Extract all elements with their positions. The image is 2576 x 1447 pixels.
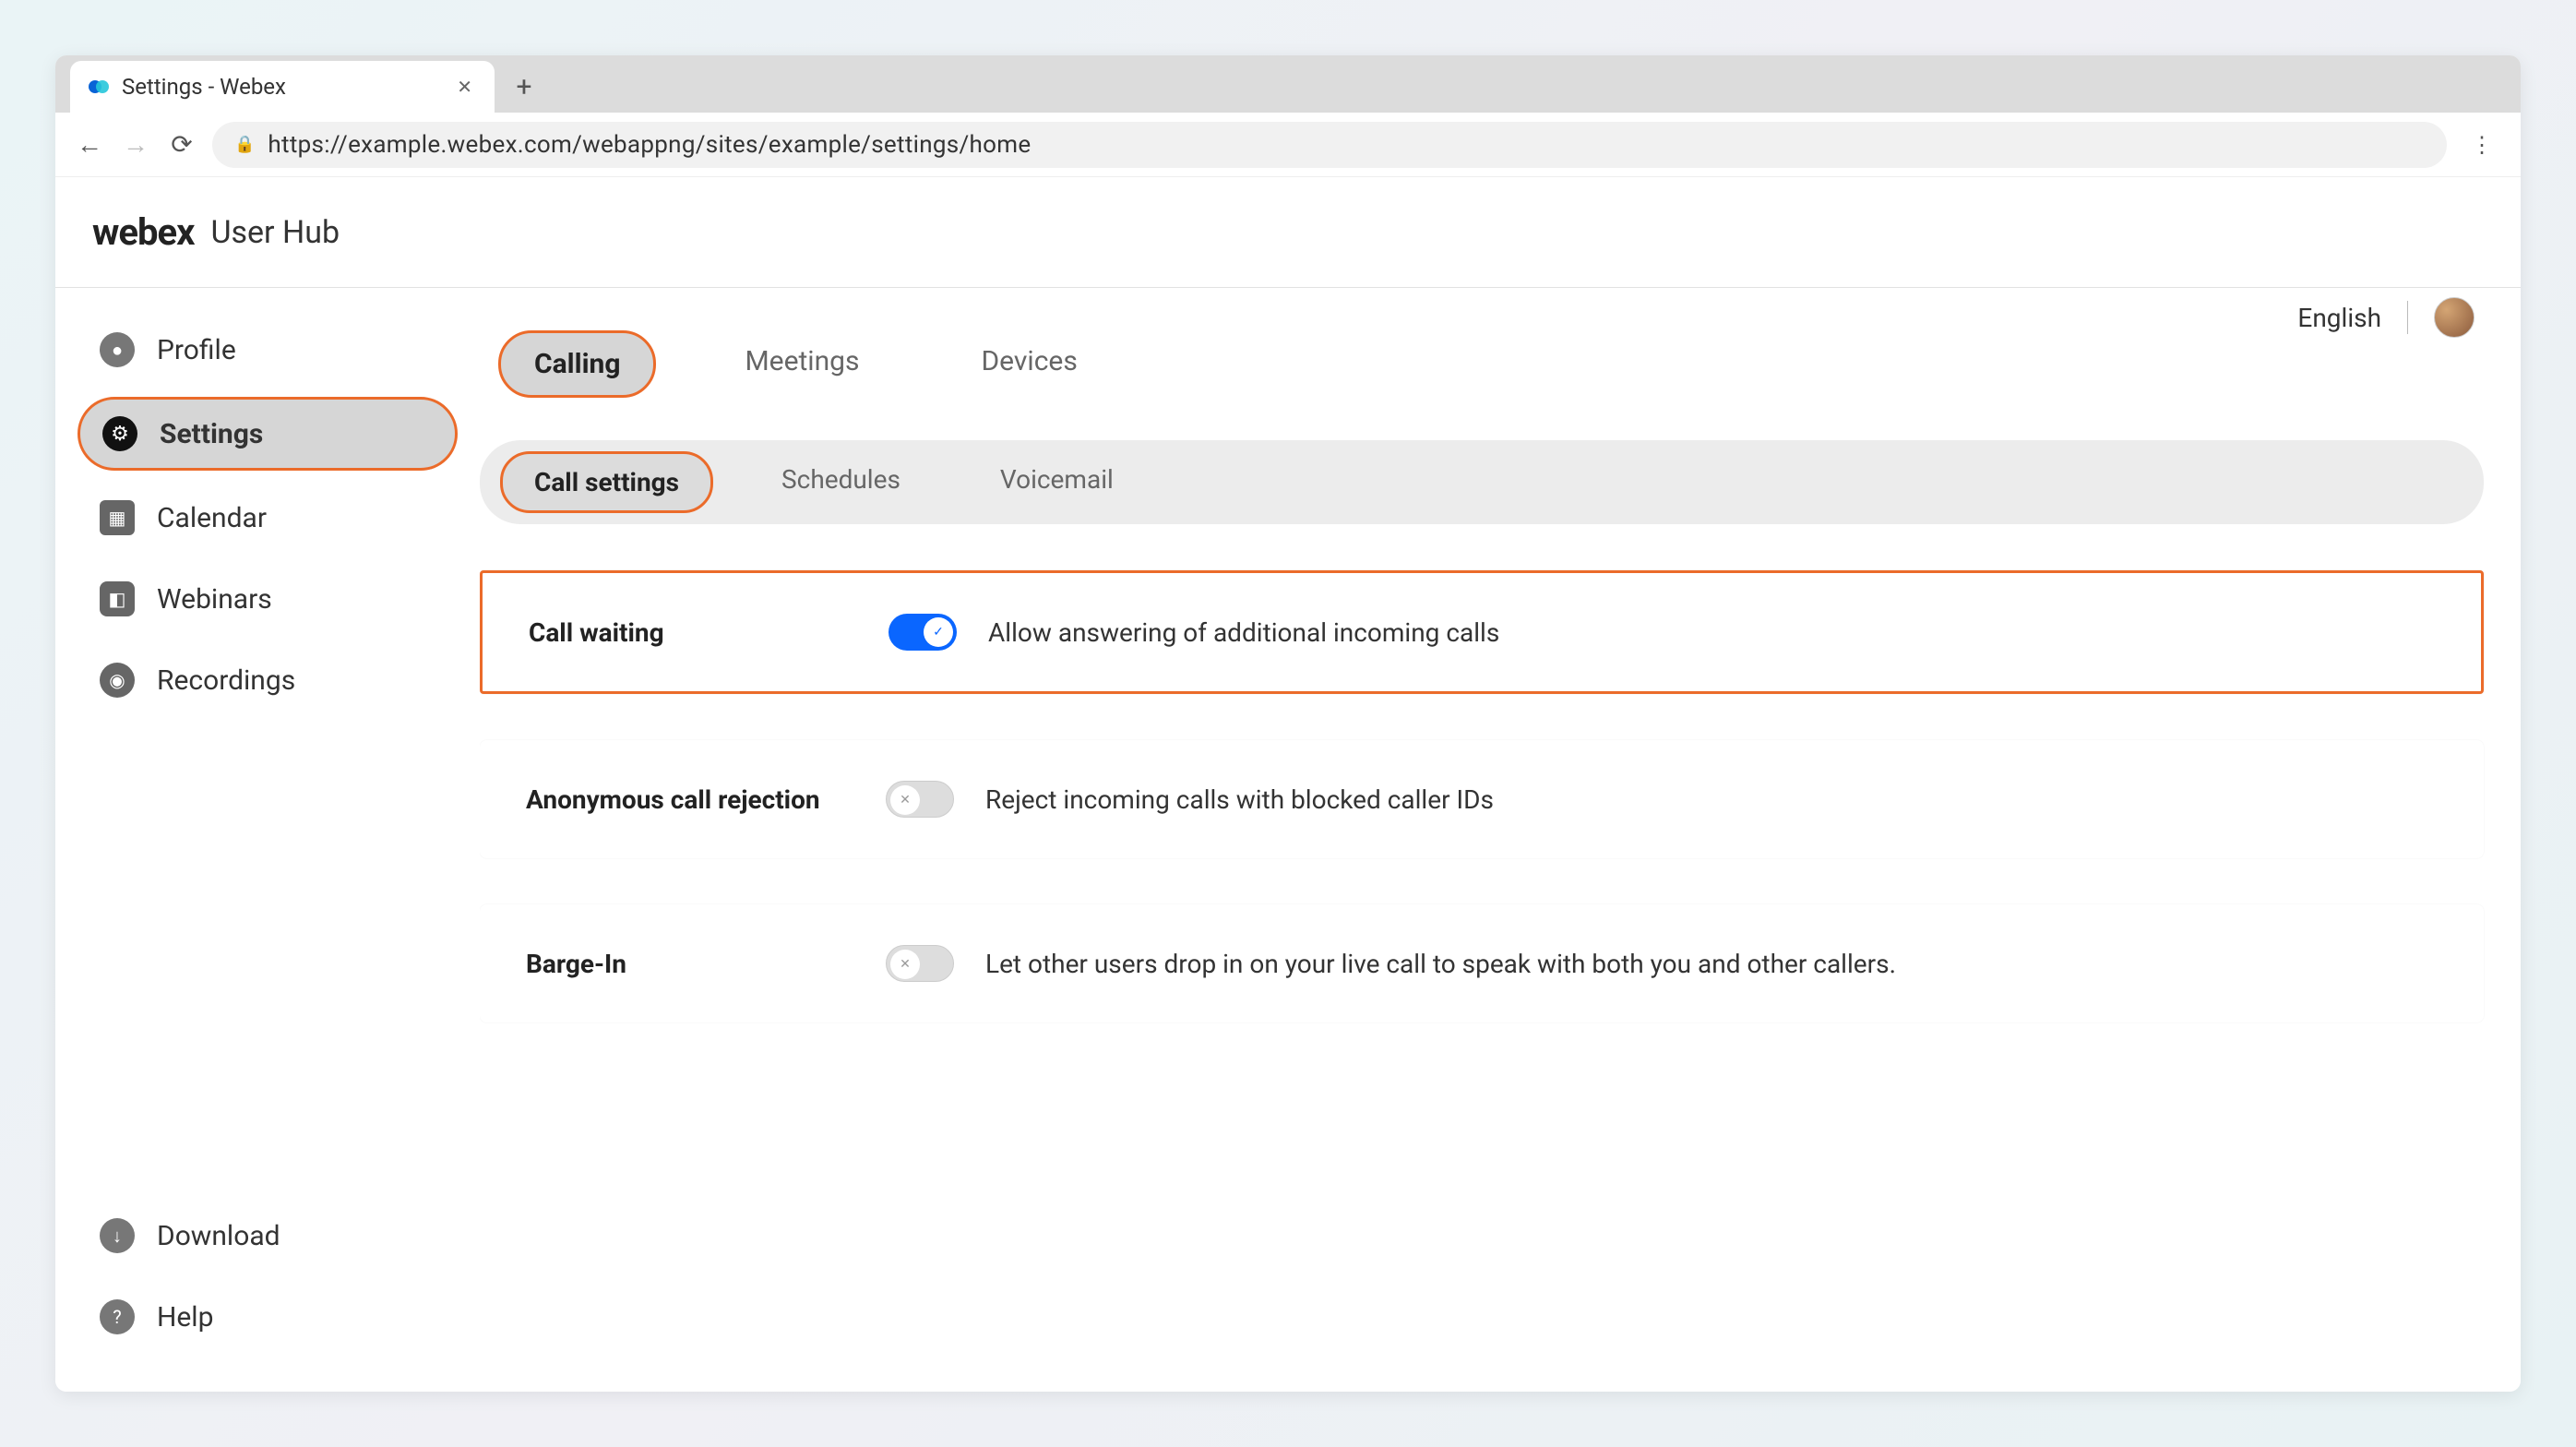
tab-calling[interactable]: Calling xyxy=(498,330,656,398)
sidebar-item-label: Download xyxy=(157,1220,280,1252)
app-root: webex User Hub ● Profile ⚙ Settings ▦ Ca… xyxy=(55,177,2521,1392)
setting-description: Allow answering of additional incoming c… xyxy=(988,617,1499,648)
url-text: https://example.webex.com/webappng/sites… xyxy=(268,131,1031,159)
toggle-knob-icon: ✓ xyxy=(924,617,953,647)
toggle-barge-in[interactable]: ✕ xyxy=(886,945,954,982)
sidebar-item-label: Help xyxy=(157,1301,213,1333)
avatar[interactable] xyxy=(2434,297,2475,338)
sidebar-item-webinars[interactable]: ◧ Webinars xyxy=(78,565,458,633)
setting-title: Call waiting xyxy=(529,617,888,648)
brand-logo: webex xyxy=(92,210,194,254)
toggle-anonymous-rejection[interactable]: ✕ xyxy=(886,781,954,818)
toggle-knob-icon: ✕ xyxy=(890,785,920,815)
sidebar-item-profile[interactable]: ● Profile xyxy=(78,316,458,384)
settings-panels: Call waiting ✓ Allow answering of additi… xyxy=(480,570,2484,1022)
person-icon: ● xyxy=(100,332,135,367)
forward-button[interactable]: → xyxy=(120,129,151,161)
presentation-icon: ◧ xyxy=(100,581,135,616)
webex-favicon-icon xyxy=(89,77,109,97)
tab-title: Settings - Webex xyxy=(122,74,440,100)
browser-toolbar: ← → ⟳ 🔒 https://example.webex.com/webapp… xyxy=(55,113,2521,177)
sidebar-item-download[interactable]: ↓ Download xyxy=(78,1202,458,1270)
setting-description: Reject incoming calls with blocked calle… xyxy=(985,784,1494,815)
gear-icon: ⚙ xyxy=(102,416,137,451)
brand-subtitle: User Hub xyxy=(210,214,340,251)
download-icon: ↓ xyxy=(100,1218,135,1253)
browser-tab[interactable]: Settings - Webex ✕ xyxy=(70,61,495,113)
sidebar: ● Profile ⚙ Settings ▦ Calendar ◧ Webina… xyxy=(55,288,480,1392)
subtab-schedules[interactable]: Schedules xyxy=(750,451,932,513)
top-right-controls: English xyxy=(2297,297,2475,338)
panel-call-waiting: Call waiting ✓ Allow answering of additi… xyxy=(480,570,2484,694)
tab-strip: Settings - Webex ✕ + xyxy=(55,55,2521,113)
sidebar-item-label: Calendar xyxy=(157,502,267,534)
tab-meetings[interactable]: Meetings xyxy=(711,330,892,398)
secondary-tabs: Call settings Schedules Voicemail xyxy=(480,440,2484,524)
lock-icon: 🔒 xyxy=(234,135,255,154)
subtab-voicemail[interactable]: Voicemail xyxy=(969,451,1145,513)
app-header: webex User Hub xyxy=(55,177,2521,288)
close-tab-icon[interactable]: ✕ xyxy=(453,72,476,102)
back-button[interactable]: ← xyxy=(74,129,105,161)
sidebar-item-label: Webinars xyxy=(157,583,272,616)
primary-tabs: Calling Meetings Devices xyxy=(480,316,2484,413)
help-icon: ? xyxy=(100,1299,135,1334)
language-selector[interactable]: English xyxy=(2297,303,2381,333)
new-tab-button[interactable]: + xyxy=(506,68,543,105)
toggle-knob-icon: ✕ xyxy=(890,950,920,979)
record-icon: ◉ xyxy=(100,663,135,698)
sidebar-item-calendar[interactable]: ▦ Calendar xyxy=(78,484,458,552)
calendar-icon: ▦ xyxy=(100,500,135,535)
sidebar-item-recordings[interactable]: ◉ Recordings xyxy=(78,646,458,714)
sidebar-item-label: Settings xyxy=(160,418,263,450)
sidebar-item-label: Recordings xyxy=(157,664,295,697)
toggle-call-waiting[interactable]: ✓ xyxy=(888,614,957,651)
main-content: English Calling Meetings Devices Call se… xyxy=(480,288,2521,1392)
subtab-call-settings[interactable]: Call settings xyxy=(500,451,713,513)
panel-barge-in: Barge-In ✕ Let other users drop in on yo… xyxy=(480,904,2484,1022)
address-bar[interactable]: 🔒 https://example.webex.com/webappng/sit… xyxy=(212,122,2447,168)
divider xyxy=(2407,301,2408,334)
app-body: ● Profile ⚙ Settings ▦ Calendar ◧ Webina… xyxy=(55,288,2521,1392)
setting-description: Let other users drop in on your live cal… xyxy=(985,949,1896,979)
browser-window: Settings - Webex ✕ + ← → ⟳ 🔒 https://exa… xyxy=(55,55,2521,1392)
browser-menu-icon[interactable]: ⋮ xyxy=(2462,132,2502,158)
setting-title: Anonymous call rejection xyxy=(526,784,886,815)
reload-button[interactable]: ⟳ xyxy=(166,129,197,161)
panel-anonymous-rejection: Anonymous call rejection ✕ Reject incomi… xyxy=(480,740,2484,858)
setting-title: Barge-In xyxy=(526,949,886,979)
sidebar-bottom: ↓ Download ? Help xyxy=(78,1202,458,1364)
sidebar-item-settings[interactable]: ⚙ Settings xyxy=(78,397,458,471)
sidebar-item-help[interactable]: ? Help xyxy=(78,1283,458,1351)
tab-devices[interactable]: Devices xyxy=(948,330,1110,398)
sidebar-item-label: Profile xyxy=(157,334,236,366)
